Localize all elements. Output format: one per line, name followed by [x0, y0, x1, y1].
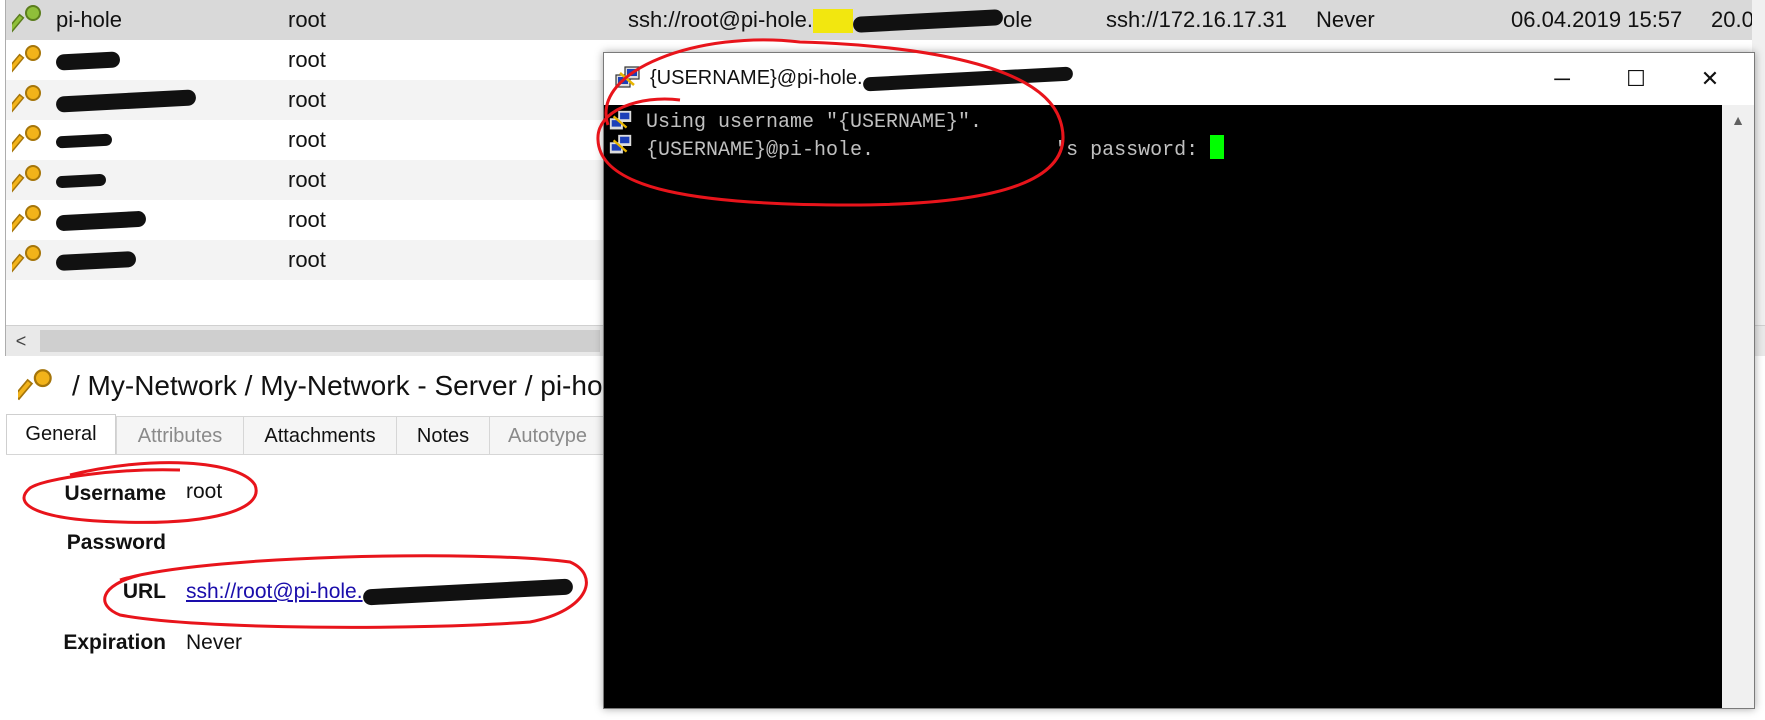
maximize-button[interactable]: ☐	[1604, 53, 1668, 105]
key-icon	[18, 369, 52, 401]
tab-attachments[interactable]: Attachments	[243, 416, 397, 455]
terminal-line: Using username "{USERNAME}".	[646, 111, 983, 134]
password-label: Password	[66, 531, 166, 554]
minimize-button[interactable]: ─	[1530, 53, 1594, 105]
key-icon	[12, 45, 41, 73]
entry-username: root	[288, 7, 326, 32]
url-link[interactable]: ssh://root@pi-hole.	[186, 578, 573, 606]
entry-url: ssh://root@pi-hole. ole	[628, 7, 1033, 34]
key-icon	[12, 245, 41, 273]
entry-username: root	[288, 127, 326, 152]
terminal-scrollbar[interactable]: ▲	[1722, 105, 1754, 708]
terminal-screen[interactable]: Using username "{USERNAME}". {USERNAME}@…	[604, 105, 1722, 708]
url-label: URL	[122, 580, 166, 603]
entry-title-redacted	[55, 240, 137, 280]
tab-divider	[6, 454, 606, 455]
expiration-label: Expiration	[63, 631, 166, 654]
putty-icon	[615, 66, 640, 88]
entry-title-redacted	[55, 160, 107, 200]
putty-icon	[609, 134, 632, 154]
entry-username: root	[288, 207, 326, 232]
tab-notes[interactable]: Notes	[396, 416, 490, 455]
tab-general[interactable]: General	[6, 414, 116, 455]
window-title: {USERNAME}@pi-hole.	[650, 66, 1073, 92]
key-icon	[12, 5, 41, 33]
terminal-cursor	[1210, 135, 1225, 159]
tab-autotype[interactable]: Autotype	[489, 416, 606, 455]
username-label: Username	[64, 482, 166, 505]
terminal-prompt: {USERNAME}@pi-hole. 's password:	[646, 135, 1225, 162]
entry-username: root	[288, 47, 326, 72]
table-row[interactable]: pi-hole root ssh://root@pi-hole. ole ssh:…	[6, 0, 1765, 40]
key-icon	[12, 165, 41, 193]
putty-window[interactable]: {USERNAME}@pi-hole. ─ ☐ ✕ Using username…	[603, 52, 1755, 709]
username-value[interactable]: root	[186, 480, 222, 504]
entry-title-redacted	[55, 40, 121, 80]
window-titlebar[interactable]: {USERNAME}@pi-hole. ─ ☐ ✕	[604, 53, 1754, 105]
entry-modified: 06.04.2019 15:57	[1511, 7, 1683, 32]
entry-ip: ssh://172.16.17.31	[1106, 7, 1288, 32]
putty-icon	[609, 110, 632, 130]
entry-username: root	[288, 247, 326, 272]
entry-username: root	[288, 167, 326, 192]
entry-title-redacted	[55, 80, 197, 120]
entry-username: root	[288, 87, 326, 112]
scroll-left-icon[interactable]: <	[6, 326, 36, 356]
breadcrumb-path: / My-Network / My-Network - Server / pi-…	[72, 370, 603, 401]
entry-title-redacted	[55, 200, 147, 240]
expiration-value: Never	[186, 631, 243, 654]
entry-title-redacted	[55, 120, 113, 160]
entry-title: pi-hole	[56, 7, 123, 32]
key-icon	[12, 125, 41, 153]
scrollbar-thumb[interactable]	[40, 330, 600, 352]
close-button[interactable]: ✕	[1678, 53, 1742, 105]
entry-expires: Never	[1316, 7, 1375, 32]
scroll-up-icon[interactable]: ▲	[1722, 105, 1754, 135]
key-icon	[12, 205, 41, 233]
key-icon	[12, 85, 41, 113]
tab-attributes[interactable]: Attributes	[116, 416, 244, 455]
